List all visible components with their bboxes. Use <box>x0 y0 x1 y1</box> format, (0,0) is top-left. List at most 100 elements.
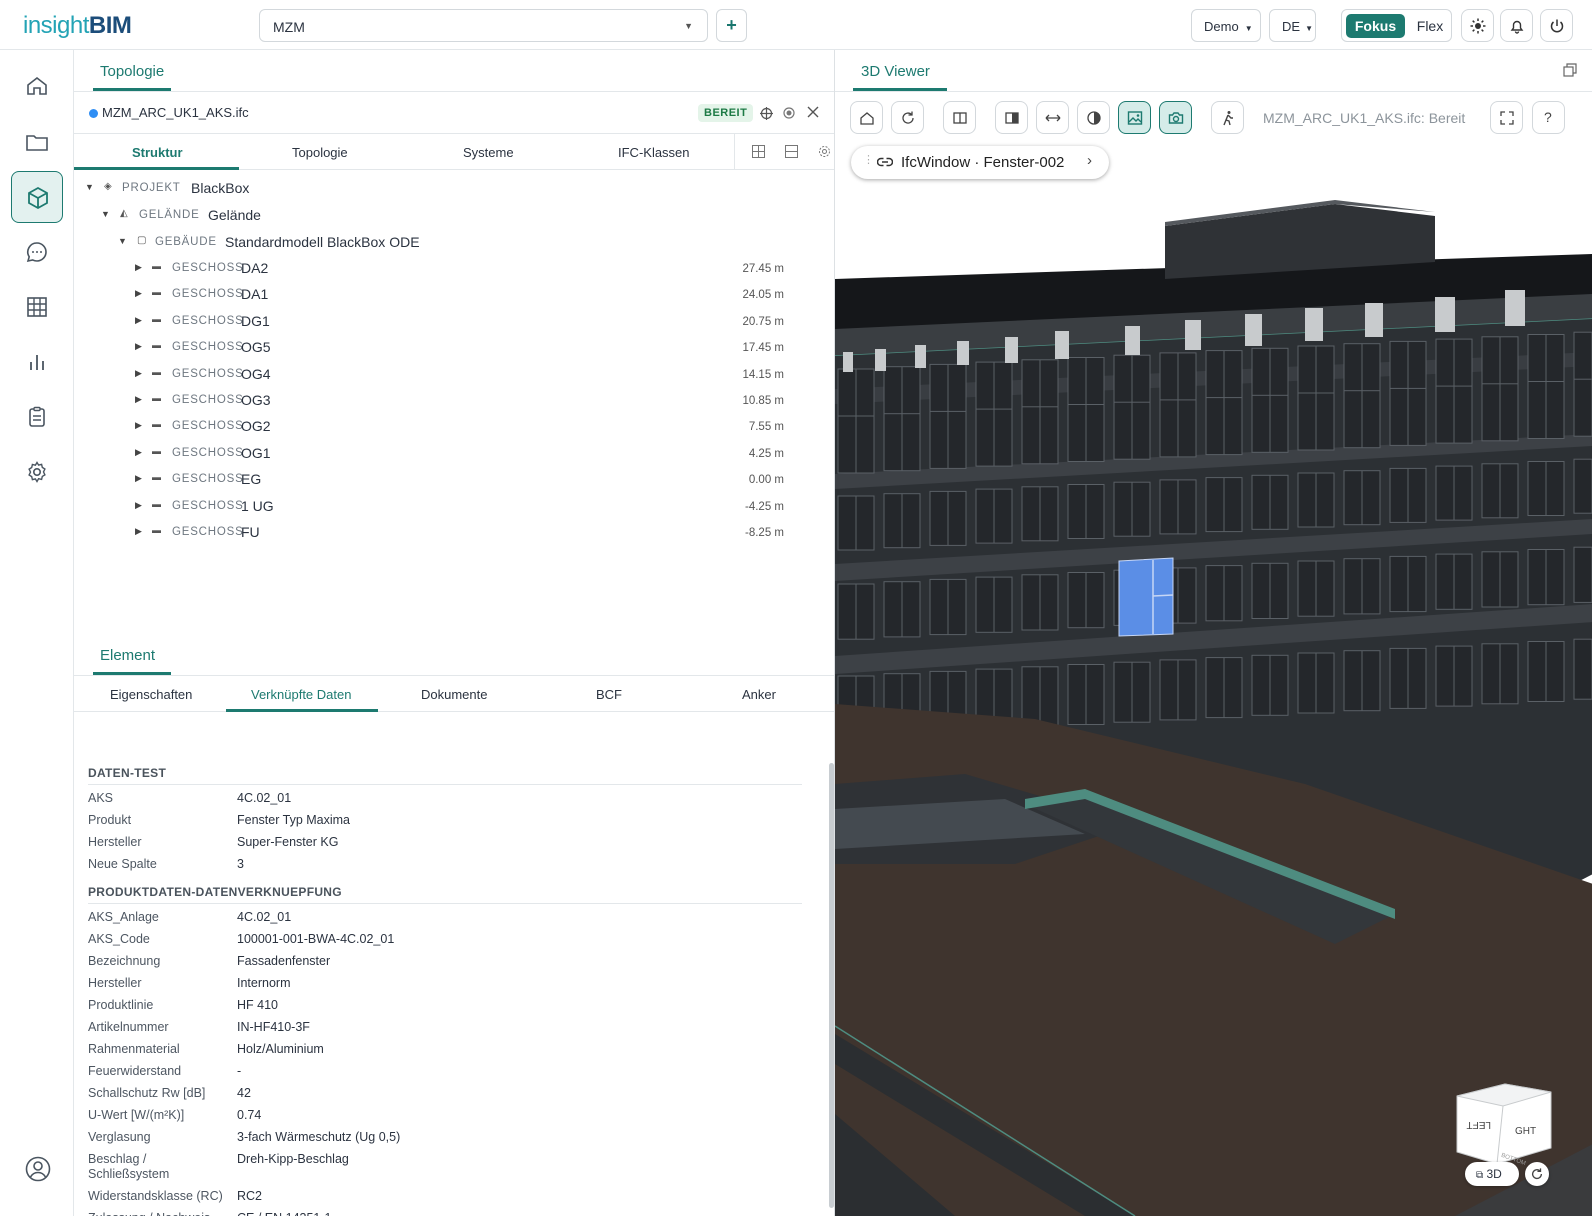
property-key: AKS <box>88 791 114 805</box>
sidebar-item-table[interactable] <box>11 281 63 333</box>
chevron-right-icon[interactable]: ▶ <box>135 500 142 511</box>
chevron-right-icon[interactable]: ▶ <box>135 341 142 352</box>
chevron-right-icon[interactable]: ▶ <box>135 288 142 299</box>
3d-viewport[interactable] <box>835 144 1592 1216</box>
sidebar-item-settings[interactable] <box>11 446 63 498</box>
refresh-icon <box>902 111 914 124</box>
sidebar-item-reports[interactable] <box>11 391 63 443</box>
tree-node-storey[interactable]: ▶ ▬ GESCHOSS 1 UG -4.25 m <box>74 494 834 520</box>
projection-toggle[interactable]: ⧉ 3D <box>1465 1162 1519 1186</box>
tree-node-storey[interactable]: ▶ ▬ GESCHOSS DA2 27.45 m <box>74 256 834 282</box>
crosshair-icon[interactable] <box>760 107 773 120</box>
add-project-button[interactable]: + <box>716 9 747 42</box>
fullscreen-button[interactable] <box>1490 101 1523 134</box>
sidebar-item-models[interactable] <box>11 171 63 223</box>
chevron-right-icon[interactable]: ▶ <box>135 447 142 458</box>
node-kind: GESCHOSS <box>172 420 244 433</box>
sidebar-item-analytics[interactable] <box>11 336 63 388</box>
chevron-right-icon[interactable]: ▶ <box>135 526 142 537</box>
tab-element[interactable]: Element <box>100 647 155 664</box>
mode-flex-button[interactable]: Flex <box>1412 14 1448 38</box>
chevron-down-icon[interactable]: ▼ <box>85 182 94 192</box>
property-key: Feuerwiderstand <box>88 1064 182 1078</box>
chevron-right-icon[interactable]: ▶ <box>135 473 142 484</box>
mode-fokus-button[interactable]: Fokus <box>1346 14 1405 38</box>
property-value: 3-fach Wärmeschutz (Ug 0,5) <box>237 1130 401 1144</box>
sidebar-item-home[interactable] <box>11 60 63 112</box>
theme-button[interactable] <box>1461 9 1494 42</box>
tab-eigenschaften[interactable]: Eigenschaften <box>110 687 192 702</box>
tree-node-storey[interactable]: ▶ ▬ GESCHOSS OG5 17.45 m <box>74 335 834 361</box>
chevron-right-icon[interactable]: › <box>1087 152 1092 169</box>
tree-node-project[interactable]: ▼ ◈ PROJEKT BlackBox <box>74 176 834 202</box>
cube-face-right[interactable]: GHT <box>1515 1126 1536 1137</box>
tab-dokumente[interactable]: Dokumente <box>421 687 487 702</box>
app-logo[interactable]: insightBIM <box>23 12 132 40</box>
status-badge: BEREIT <box>698 104 754 122</box>
language-select[interactable]: DE ▼ <box>1269 9 1316 42</box>
chevron-right-icon[interactable]: ▶ <box>135 315 142 326</box>
chevron-down-icon[interactable]: ▼ <box>101 209 110 219</box>
navigation-cube[interactable]: LEFT GHT BOTTOM <box>1455 1078 1565 1168</box>
sidebar-item-chat[interactable] <box>11 226 63 278</box>
tab-topologie-sub[interactable]: Topologie <box>292 145 348 160</box>
tab-struktur[interactable]: Struktur <box>132 145 183 160</box>
tree-node-storey[interactable]: ▶ ▬ GESCHOSS FU -8.25 m <box>74 520 834 546</box>
sidebar-item-profile[interactable] <box>11 1142 63 1194</box>
split-view-button[interactable] <box>943 101 976 134</box>
tab-verknuepfte-daten[interactable]: Verknüpfte Daten <box>251 687 351 702</box>
notifications-button[interactable] <box>1500 9 1533 42</box>
tree-node-storey[interactable]: ▶ ▬ GESCHOSS EG 0.00 m <box>74 467 834 493</box>
help-button[interactable]: ? <box>1532 101 1565 134</box>
tree-settings-icon[interactable] <box>818 145 831 158</box>
storey-icon: ▬ <box>152 366 161 377</box>
tab-anker[interactable]: Anker <box>742 687 776 702</box>
tab-topologie[interactable]: Topologie <box>100 63 164 80</box>
tree-node-storey[interactable]: ▶ ▬ GESCHOSS OG4 14.15 m <box>74 362 834 388</box>
tab-bcf[interactable]: BCF <box>596 687 622 702</box>
reset-view-button[interactable] <box>891 101 924 134</box>
sidebar-item-files[interactable] <box>11 116 63 168</box>
close-icon[interactable] <box>807 106 819 118</box>
measure-button[interactable] <box>1036 101 1069 134</box>
home-view-button[interactable] <box>850 101 883 134</box>
image-mode-button[interactable] <box>1118 101 1151 134</box>
tree-node-storey[interactable]: ▶ ▬ GESCHOSS OG2 7.55 m <box>74 414 834 440</box>
chevron-right-icon[interactable]: ▶ <box>135 262 142 273</box>
tab-ifc-klassen[interactable]: IFC-Klassen <box>618 145 690 160</box>
tree-node-storey[interactable]: ▶ ▬ GESCHOSS DA1 24.05 m <box>74 282 834 308</box>
chevron-right-icon[interactable]: ▶ <box>135 394 142 405</box>
collapse-all-icon[interactable] <box>785 145 798 158</box>
contrast-button[interactable] <box>1077 101 1110 134</box>
storey-icon: ▬ <box>152 261 161 271</box>
drag-handle-icon[interactable]: ⋮ <box>863 153 874 166</box>
section-button[interactable] <box>995 101 1028 134</box>
cube-face-left[interactable]: LEFT <box>1467 1119 1491 1130</box>
tab-systeme[interactable]: Systeme <box>463 145 514 160</box>
chevron-right-icon[interactable]: ▶ <box>135 368 142 379</box>
tab-3d-viewer[interactable]: 3D Viewer <box>861 63 930 80</box>
chevron-right-icon[interactable]: ▶ <box>135 420 142 431</box>
chevron-down-icon[interactable]: ▼ <box>118 236 127 246</box>
selection-breadcrumb[interactable]: ⋮ IfcWindow · Fenster-002 › <box>851 146 1109 179</box>
tree-node-storey[interactable]: ▶ ▬ GESCHOSS OG3 10.85 m <box>74 388 834 414</box>
model-file-name: MZM_ARC_UK1_AKS.ifc <box>102 105 249 120</box>
tree-node-building[interactable]: ▼ ▢ GEBÄUDE Standardmodell BlackBox ODE <box>74 230 834 256</box>
left-panel: Topologie MZM_ARC_UK1_AKS.ifc BEREIT Str… <box>74 50 834 1216</box>
tree-node-storey[interactable]: ▶ ▬ GESCHOSS DG1 20.75 m <box>74 309 834 335</box>
property-value: 0.74 <box>237 1108 262 1122</box>
tree-node-site[interactable]: ▼ ◭ GELÄNDE Gelände <box>74 203 834 229</box>
tree-node-storey[interactable]: ▶ ▬ GESCHOSS OG1 4.25 m <box>74 441 834 467</box>
window-restore-icon[interactable] <box>1563 63 1577 77</box>
storey-elevation: 20.75 m <box>742 315 784 328</box>
screenshot-button[interactable] <box>1159 101 1192 134</box>
visibility-icon[interactable] <box>783 107 795 119</box>
reset-orientation-button[interactable] <box>1525 1162 1549 1186</box>
expand-all-icon[interactable] <box>752 145 765 158</box>
bar-chart-icon <box>30 355 44 370</box>
project-select[interactable]: MZM ▼ <box>259 9 708 42</box>
logout-button[interactable] <box>1540 9 1573 42</box>
demo-select[interactable]: Demo ▼ <box>1191 9 1261 42</box>
walk-mode-button[interactable] <box>1211 101 1244 134</box>
node-kind: GESCHOSS <box>172 526 244 538</box>
